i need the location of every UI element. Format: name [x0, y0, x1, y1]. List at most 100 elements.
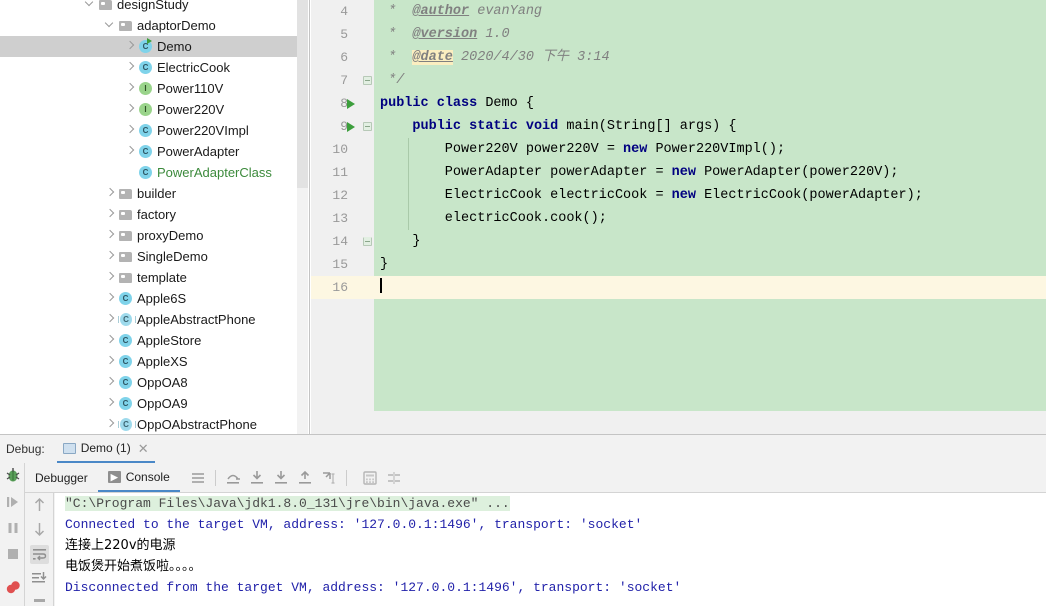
code-line-10[interactable]: Power220V power220V = new Power220VImpl(… — [374, 138, 785, 161]
chevron-right-icon[interactable] — [104, 267, 117, 288]
project-tree-scrollbar-thumb[interactable] — [297, 0, 308, 188]
debug-tool-window[interactable]: Debug: Demo (1) ✕ Debugger ▶ Console "C:… — [0, 434, 1046, 606]
code-line-5[interactable]: * @version 1.0 — [374, 23, 510, 46]
chevron-right-icon[interactable] — [104, 288, 117, 309]
console-output[interactable]: "C:\Program Files\Java\jdk1.8.0_131\jre\… — [55, 493, 1046, 606]
run-to-cursor-icon[interactable] — [317, 466, 341, 490]
force-step-into-icon[interactable] — [269, 466, 293, 490]
chevron-right-icon[interactable] — [104, 183, 117, 204]
run-gutter-icon[interactable] — [347, 122, 355, 132]
chevron-right-icon[interactable] — [104, 372, 117, 393]
code-fold-icon[interactable] — [363, 122, 372, 131]
menu-icon[interactable] — [186, 466, 210, 490]
tree-item-power220vimpl[interactable]: Power220VImpl — [0, 120, 310, 141]
tree-item-label: OppOAbstractPhone — [137, 417, 257, 432]
project-tool-window[interactable]: designStudy adaptorDemo Demo ElectricCook Po… — [0, 0, 310, 434]
chevron-down-icon[interactable] — [84, 0, 97, 15]
tree-item-demo[interactable]: Demo — [0, 36, 310, 57]
chevron-right-icon[interactable] — [104, 246, 117, 267]
tree-item-adaptordemo[interactable]: adaptorDemo — [0, 15, 310, 36]
tree-item-oppoa8[interactable]: OppOA8 — [0, 372, 310, 393]
soft-wrap-icon[interactable] — [30, 545, 49, 564]
settings-icon[interactable] — [382, 466, 406, 490]
toolbar-separator-2 — [345, 469, 347, 486]
tab-console[interactable]: ▶ Console — [97, 463, 180, 492]
chevron-right-icon[interactable] — [104, 393, 117, 414]
tree-item-builder[interactable]: builder — [0, 183, 310, 204]
code-fold-icon[interactable] — [363, 76, 372, 85]
chevron-right-icon[interactable] — [124, 57, 137, 78]
console-side-rail[interactable] — [25, 493, 54, 606]
folder-icon — [117, 15, 135, 36]
chevron-right-icon[interactable] — [104, 309, 117, 330]
run-gutter-icon[interactable] — [347, 99, 355, 109]
code-fold-icon[interactable] — [363, 237, 372, 246]
code-line-11[interactable]: PowerAdapter powerAdapter = new PowerAda… — [374, 161, 899, 184]
chevron-right-icon[interactable] — [104, 351, 117, 372]
tree-item-oppoa9[interactable]: OppOA9 — [0, 393, 310, 414]
tree-item-applestore[interactable]: AppleStore — [0, 330, 310, 351]
tree-item-singledemo[interactable]: SingleDemo — [0, 246, 310, 267]
chevron-down-icon[interactable] — [104, 15, 117, 36]
debug-toolbar[interactable]: Debugger ▶ Console — [25, 463, 1046, 493]
chevron-right-icon[interactable] — [124, 141, 137, 162]
scroll-up-icon[interactable] — [30, 496, 49, 515]
debug-bug-icon[interactable] — [4, 466, 22, 484]
tree-item-designstudy[interactable]: designStudy — [0, 0, 310, 15]
chevron-right-icon[interactable] — [104, 414, 117, 434]
console-play-icon: ▶ — [107, 470, 121, 483]
tree-item-apple6s[interactable]: Apple6S — [0, 288, 310, 309]
code-line-12[interactable]: ElectricCook electricCook = new Electric… — [374, 184, 923, 207]
code-editor[interactable]: 4 5 6 7 8 9 10 11 12 13 14 15 16 * @author evanYang … — [311, 0, 1046, 434]
project-tree-list[interactable]: designStudy adaptorDemo Demo ElectricCook Po… — [0, 0, 310, 434]
close-icon[interactable]: ✕ — [136, 442, 149, 455]
tree-item-proxydemo[interactable]: proxyDemo — [0, 225, 310, 246]
chevron-right-icon[interactable] — [104, 225, 117, 246]
evaluate-expression-icon[interactable] — [358, 466, 382, 490]
project-tree-scrollbar[interactable] — [297, 0, 308, 434]
stop-program-icon[interactable] — [4, 545, 22, 563]
tree-item-factory[interactable]: factory — [0, 204, 310, 225]
code-line-6[interactable]: * @date 2020/4/30 下午 3:14 — [374, 46, 610, 69]
tree-item-label: AppleXS — [137, 354, 188, 369]
code-line-16[interactable] — [374, 276, 1046, 299]
chevron-right-icon[interactable] — [124, 99, 137, 120]
debug-session-tab[interactable]: Demo (1) ✕ — [56, 436, 155, 463]
code-line-4[interactable]: * @author evanYang — [374, 0, 542, 23]
code-line-9[interactable]: public static void main(String[] args) { — [374, 115, 736, 138]
step-into-icon[interactable] — [245, 466, 269, 490]
tree-item-poweradapterclass[interactable]: PowerAdapterClass — [0, 162, 310, 183]
tree-item-electriccook[interactable]: ElectricCook — [0, 57, 310, 78]
tree-item-applexs[interactable]: AppleXS — [0, 351, 310, 372]
tree-item-power110v[interactable]: Power110V — [0, 78, 310, 99]
tab-debugger[interactable]: Debugger — [25, 463, 98, 492]
abstract-class-icon — [117, 309, 136, 330]
console-line: 连接上220v的电源 — [65, 538, 176, 553]
step-over-icon[interactable] — [221, 466, 245, 490]
debug-actions-rail[interactable] — [0, 463, 25, 606]
chevron-right-icon[interactable] — [124, 120, 137, 141]
step-out-icon[interactable] — [293, 466, 317, 490]
tree-item-oppoabstractphone[interactable]: OppOAbstractPhone — [0, 414, 310, 434]
code-line-14[interactable]: } — [374, 230, 420, 253]
print-icon[interactable] — [30, 594, 49, 606]
chevron-right-icon[interactable] — [104, 204, 117, 225]
scroll-to-end-icon[interactable] — [30, 569, 49, 588]
code-line-8[interactable]: public class Demo { — [374, 92, 534, 115]
code-line-15[interactable]: } — [374, 253, 388, 276]
tree-item-template[interactable]: template — [0, 267, 310, 288]
chevron-right-icon[interactable] — [124, 36, 137, 57]
chevron-right-icon[interactable] — [124, 78, 137, 99]
view-breakpoints-icon[interactable] — [4, 578, 22, 596]
tree-item-poweradapter[interactable]: PowerAdapter — [0, 141, 310, 162]
scroll-down-icon[interactable] — [30, 520, 49, 539]
code-line-7[interactable]: */ — [374, 69, 404, 92]
chevron-right-icon[interactable] — [104, 330, 117, 351]
tree-item-power220v[interactable]: Power220V — [0, 99, 310, 120]
pause-program-icon[interactable] — [4, 519, 22, 537]
resume-program-icon[interactable] — [4, 493, 22, 511]
tree-item-appleabstractphone[interactable]: AppleAbstractPhone — [0, 309, 310, 330]
